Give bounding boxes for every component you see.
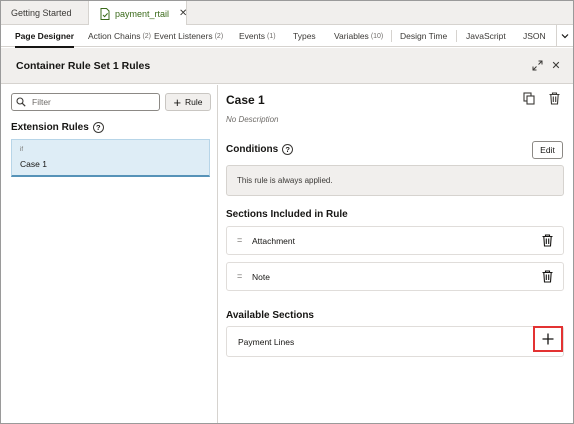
rule-name: Case 1 [20, 159, 47, 169]
rule-detail-panel: Case 1 No Description Conditions ? Edit … [218, 85, 573, 423]
tab-label: Design Time [400, 31, 448, 41]
case-title: Case 1 [226, 93, 265, 107]
case-description: No Description [226, 115, 279, 124]
tab-label: Page Designer [15, 31, 75, 41]
add-section-button[interactable] [533, 326, 563, 352]
add-rule-label: Rule [185, 97, 203, 107]
help-icon[interactable]: ? [92, 122, 104, 133]
heading-label: Sections Included in Rule [226, 209, 348, 220]
heading-label: Conditions [226, 144, 279, 155]
rules-panel-header: Container Rule Set 1 Rules ✕ [1, 48, 573, 84]
tab-variables[interactable]: Variables (10) [334, 25, 383, 47]
tab-json[interactable]: JSON [523, 25, 546, 47]
tab-getting-started[interactable]: Getting Started [1, 1, 89, 25]
condition-text: This rule is always applied. [237, 176, 333, 185]
heading-label: Available Sections [226, 310, 314, 321]
sections-included-heading: Sections Included in Rule [226, 209, 348, 220]
available-section-payment-lines: Payment Lines [226, 326, 564, 357]
help-icon[interactable]: ? [282, 144, 294, 155]
condition-summary: This rule is always applied. [226, 165, 564, 196]
tab-event-listeners[interactable]: Event Listeners (2) [154, 25, 223, 47]
conditions-heading: Conditions ? [226, 144, 294, 155]
tab-label: Variables [334, 31, 369, 41]
tab-count: (2) [214, 32, 224, 40]
file-check-icon [100, 7, 111, 20]
section-label: Payment Lines [238, 337, 295, 347]
expand-icon[interactable] [530, 58, 544, 72]
rule-condition: if [20, 147, 23, 153]
drag-handle-icon[interactable]: = [237, 271, 242, 281]
tab-count: (1) [267, 32, 276, 40]
tab-divider [391, 30, 392, 42]
panel-title: Container Rule Set 1 Rules [16, 60, 151, 72]
section-label: Note [252, 271, 270, 282]
tab-page-designer[interactable]: Page Designer [15, 25, 75, 48]
tab-types[interactable]: Types [293, 25, 316, 47]
filter-field[interactable] [11, 93, 160, 111]
tab-label: Types [293, 31, 316, 41]
tab-count: (10) [370, 32, 384, 40]
duplicate-icon[interactable] [523, 92, 535, 106]
trash-icon[interactable] [542, 234, 553, 247]
plus-icon: + [173, 94, 182, 110]
trash-icon[interactable] [549, 92, 561, 106]
heading-label: Extension Rules [11, 122, 89, 133]
close-icon[interactable]: ✕ [179, 8, 187, 19]
included-section-note[interactable]: = Note [226, 262, 564, 291]
available-sections-heading: Available Sections [226, 310, 314, 321]
tab-javascript[interactable]: JavaScript [466, 25, 506, 47]
tab-label: Event Listeners [154, 31, 213, 41]
tab-action-chains[interactable]: Action Chains (2) [88, 25, 151, 47]
trash-icon[interactable] [542, 270, 553, 283]
close-icon[interactable]: ✕ [549, 58, 563, 72]
tab-design-time[interactable]: Design Time [400, 25, 447, 47]
plus-icon [542, 333, 554, 345]
tab-label: JSON [523, 31, 546, 41]
rules-list-panel: + Rule Extension Rules ? if Case 1 [1, 85, 218, 423]
tab-count: (2) [142, 32, 152, 40]
included-section-attachment[interactable]: = Attachment [226, 226, 564, 255]
extension-rules-heading: Extension Rules ? [11, 122, 104, 133]
designer-tab-bar: Page Designer Action Chains (2) Event Lis… [1, 25, 573, 48]
edit-conditions-button[interactable]: Edit [532, 141, 563, 159]
tab-label: JavaScript [466, 31, 506, 41]
tab-label: Action Chains [88, 31, 141, 41]
tab-payment-rtail[interactable]: payment_rtail ✕ [89, 1, 187, 26]
rule-card-case-1[interactable]: if Case 1 [11, 139, 210, 177]
chevron-down-icon[interactable] [556, 25, 573, 47]
tab-events[interactable]: Events (1) [239, 25, 276, 47]
add-rule-button[interactable]: + Rule [165, 93, 211, 111]
tab-label: Events [239, 31, 265, 41]
section-label: Attachment [252, 235, 295, 246]
drag-handle-icon[interactable]: = [237, 235, 242, 245]
tab-label: Getting Started [11, 8, 72, 18]
filter-input[interactable] [32, 97, 132, 107]
file-tab-bar: Getting Started payment_rtail ✕ [1, 1, 573, 26]
search-icon [16, 97, 26, 107]
tab-label: payment_rtail [115, 8, 170, 19]
tab-divider [456, 30, 457, 42]
